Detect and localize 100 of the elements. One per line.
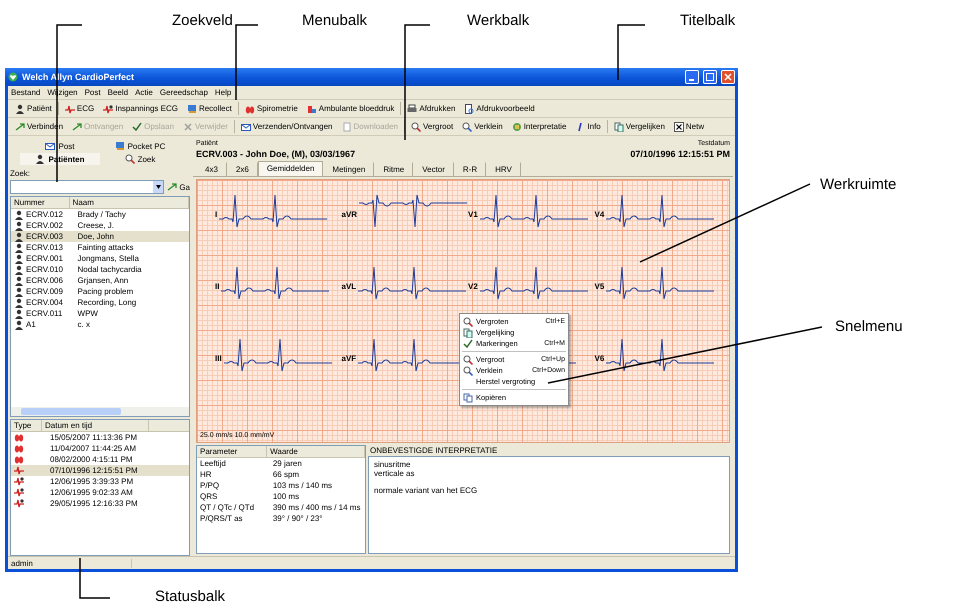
table-cell-text: Leeftijd: [199, 459, 227, 468]
go-button[interactable]: Ga: [167, 182, 190, 192]
menu-item[interactable]: Beeld: [108, 88, 128, 97]
person-icon: [14, 264, 24, 274]
toolbar-button[interactable]: Interpretatie: [508, 119, 570, 134]
table-cell-text: 100 ms: [272, 492, 300, 501]
lead-label: aVL: [342, 282, 356, 291]
patient-row[interactable]: ECRV.003 Doe, John: [11, 231, 189, 242]
column-header[interactable]: Waarde: [267, 446, 365, 457]
menu-item[interactable]: Help: [214, 88, 232, 97]
toolbar-button[interactable]: Inspannings ECG: [100, 101, 181, 116]
send-icon: [15, 122, 25, 132]
menu-item[interactable]: Actie: [135, 88, 153, 97]
column-header[interactable]: Nummer: [11, 197, 70, 208]
dropdown-button[interactable]: [153, 181, 164, 193]
patient-row[interactable]: ECRV.001 Jongmans, Stella: [11, 253, 189, 264]
tab[interactable]: HRV: [486, 162, 521, 176]
toolbar-button[interactable]: Afdrukken: [404, 101, 458, 116]
toolbar-button[interactable]: Ambulante bloeddruk: [304, 101, 398, 116]
search-field[interactable]: [10, 180, 164, 194]
patient-row[interactable]: ECRV.011 WPW: [11, 308, 189, 319]
patient-row[interactable]: ECRV.006 Grjansen, Ann: [11, 275, 189, 286]
toolbar-button[interactable]: Info: [572, 119, 604, 134]
table-cell: ECRV.012: [11, 210, 75, 220]
table-cell: ECRV.004: [11, 298, 75, 308]
toolbar-button[interactable]: Verzenden/Ontvangen: [238, 119, 336, 134]
table-cell-text: 29/05/1995 12:16:33 PM: [49, 498, 139, 508]
scrollbar[interactable]: [11, 406, 189, 416]
checkbox-box[interactable]: [674, 122, 684, 132]
magnifier-icon: [463, 316, 473, 326]
toolbar-button[interactable]: Patiënt: [12, 101, 55, 116]
lungs-icon: [244, 104, 255, 114]
tab[interactable]: R-R: [454, 162, 486, 176]
interpretation-box[interactable]: sinusritme verticale as normale variant van het ECG: [368, 456, 730, 554]
table-cell: A1: [11, 320, 75, 330]
callout-label: Menubalk: [302, 12, 368, 29]
exam-row[interactable]: 11/04/2007 11:44:25 AM: [11, 442, 189, 454]
menu-item[interactable]: Post: [84, 88, 101, 97]
patient-row[interactable]: ECRV.012 Brady / Tachy: [11, 209, 189, 220]
lungs-icon: [14, 443, 24, 454]
ecg-trace-icon: [14, 465, 24, 476]
lungs-icon: [14, 432, 24, 442]
exam-row[interactable]: 15/05/2007 11:13:36 PM: [11, 432, 189, 443]
toolbar-button[interactable]: ECG: [62, 101, 98, 116]
column-header[interactable]: Type: [11, 420, 42, 431]
lead-label: V2: [468, 282, 478, 291]
tab[interactable]: 4x3: [196, 162, 227, 176]
exam-row[interactable]: 12/06/1995 9:02:33 AM: [11, 486, 189, 498]
toolbar-button[interactable]: Verklein: [459, 119, 506, 134]
patient-row[interactable]: ECRV.002 Creese, J.: [11, 220, 189, 231]
toolbar-button[interactable]: Recollect: [184, 101, 235, 116]
leader-line: [617, 24, 645, 80]
column-header[interactable]: Parameter: [197, 446, 268, 457]
tab[interactable]: Vector: [413, 162, 454, 176]
callout-label: Titelbalk: [680, 12, 736, 29]
table-cell-text: 39° / 90° / 23°: [272, 514, 324, 523]
maximize-button[interactable]: [703, 70, 717, 84]
document-icon: [463, 328, 473, 338]
person-icon: [14, 254, 24, 264]
checkbox[interactable]: Netw: [670, 119, 708, 134]
checkmark-icon: [463, 338, 473, 348]
column-header[interactable]: Datum en tijd: [42, 420, 149, 431]
tab[interactable]: Metingen: [323, 162, 374, 176]
column-header[interactable]: Naam: [70, 197, 189, 208]
interpretation-line: normale variant van het ECG: [374, 486, 478, 495]
exam-row[interactable]: 07/10/1996 12:15:51 PM: [11, 464, 189, 476]
table-cell-text: 12/06/1995 3:39:33 PM: [49, 476, 134, 486]
menu-item[interactable]: Bestand: [11, 88, 40, 97]
lungs-icon: [14, 454, 24, 464]
patient-row[interactable]: A1 c. x: [11, 319, 189, 330]
toolbar-button[interactable]: Vergroot: [408, 119, 456, 134]
ecg-trace-icon: [103, 104, 114, 114]
table-cell-text: Grjansen, Ann: [76, 276, 130, 285]
tab[interactable]: Post: [20, 140, 100, 152]
callout-label: Werkruimte: [820, 176, 896, 193]
tab[interactable]: Pocket PC: [100, 140, 180, 152]
exam-row[interactable]: 12/06/1995 3:39:33 PM: [11, 476, 189, 487]
tab[interactable]: Gemiddelden: [258, 161, 324, 176]
person-icon: [14, 320, 24, 330]
patient-row[interactable]: ECRV.013 Fainting attacks: [11, 242, 189, 253]
tab[interactable]: Zoek: [100, 153, 180, 165]
lead-label: V1: [468, 210, 478, 219]
toolbar-button[interactable]: Vergelijken: [610, 119, 668, 134]
person-icon: [14, 298, 24, 308]
patient-row[interactable]: ECRV.004 Recording, Long: [11, 297, 189, 308]
toolbar-button[interactable]: Afdrukvoorbeeld: [461, 101, 538, 116]
minimize-button[interactable]: [685, 70, 699, 84]
tab[interactable]: Ritme: [374, 162, 414, 176]
table-cell-text: 08/02/2000 4:15:11 PM: [49, 454, 134, 464]
patient-row[interactable]: ECRV.009 Pacing problem: [11, 286, 189, 297]
exam-row[interactable]: 08/02/2000 4:15:11 PM: [11, 454, 189, 465]
interpretation-line: sinusritme: [374, 460, 412, 469]
exam-row[interactable]: 29/05/1995 12:16:33 PM: [11, 498, 189, 509]
patient-row[interactable]: ECRV.010 Nodal tachycardia: [11, 264, 189, 275]
table-cell-text: Fainting attacks: [76, 243, 135, 252]
toolbar-button[interactable]: Spirometrie: [242, 101, 301, 116]
menu-item[interactable]: Gereedschap: [160, 88, 208, 97]
close-button[interactable]: [721, 70, 735, 84]
send-icon: [72, 122, 82, 132]
callout-label: Snelmenu: [835, 318, 903, 335]
